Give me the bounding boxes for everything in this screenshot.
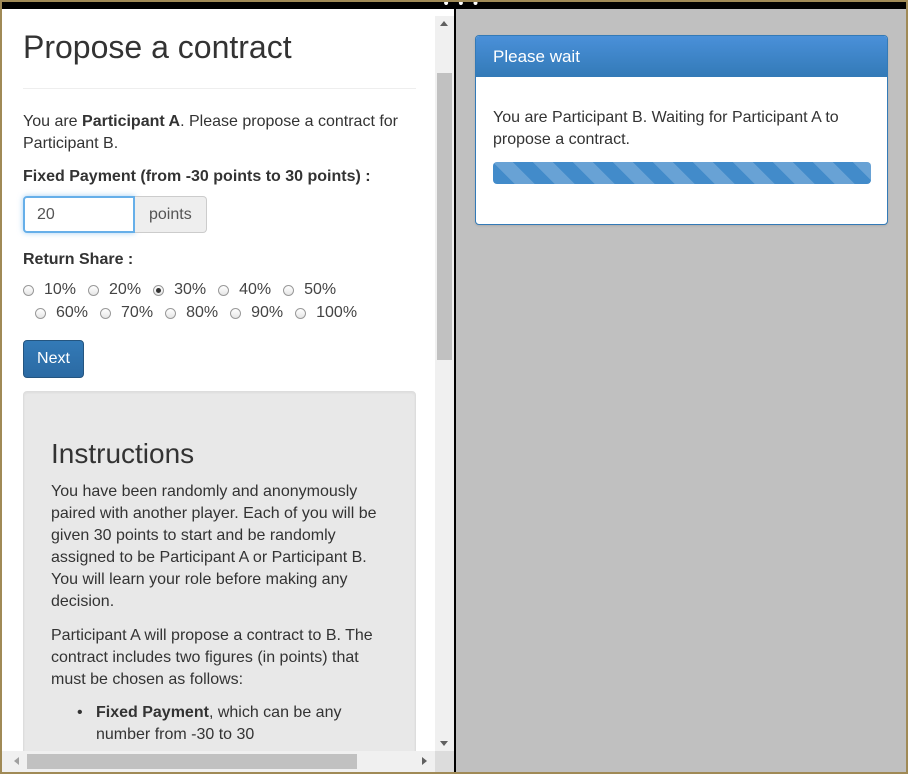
radio-checked-icon[interactable] [153,284,165,296]
progress-track [493,162,871,184]
instructions-box: Instructions You have been randomly and … [23,391,416,772]
radio-icon[interactable] [100,307,112,319]
top-bar: • • • [2,2,906,12]
radio-icon[interactable] [35,307,46,319]
progress-bar [493,162,871,184]
return-share-row-2: 60% 70% 80% 90% 100% [35,304,369,322]
wait-panel-text: You are Participant B. Waiting for Parti… [493,109,839,148]
radio-icon[interactable] [88,284,100,296]
scroll-down-icon[interactable] [440,741,448,746]
radio-100[interactable]: 100% [295,304,357,322]
radio-icon[interactable] [230,307,242,319]
radio-30[interactable]: 30% [153,281,206,299]
intro-role: Participant A [82,113,181,130]
intro-pre: You are [23,113,83,130]
left-participant-pane: Propose a contract You are Participant A… [2,9,454,772]
horizontal-scroll-thumb[interactable] [27,754,357,769]
next-button[interactable]: Next [23,340,84,378]
radio-icon[interactable] [295,307,307,319]
fixed-payment-group: points [23,196,207,233]
wait-panel: Please wait You are Participant B. Waiti… [475,35,888,225]
page-title: Propose a contract [23,29,292,65]
radio-60[interactable]: 60% [35,304,88,322]
radio-10[interactable]: 10% [23,281,76,299]
list-item: Fixed Payment, which can be any number f… [69,702,379,746]
radio-icon[interactable] [218,284,230,296]
vertical-scrollbar[interactable] [435,16,454,751]
right-participant-pane: Please wait You are Participant B. Waiti… [456,9,906,772]
instructions-paragraph-1: You have been randomly and anonymously p… [51,483,377,610]
radio-icon[interactable] [23,284,34,296]
app-frame: • • • Propose a contract You are Partici… [0,0,908,774]
instructions-paragraph-2: Participant A will propose a contract to… [51,627,373,688]
radio-70[interactable]: 70% [100,304,153,322]
vertical-scroll-thumb[interactable] [437,73,452,360]
horizontal-scrollbar[interactable] [2,751,435,772]
radio-icon[interactable] [283,284,295,296]
return-share-row-1: 10% 20% 30% 40% 50% [23,281,348,299]
scroll-up-icon[interactable] [440,21,448,26]
radio-50[interactable]: 50% [283,281,336,299]
wait-panel-heading: Please wait [476,36,887,77]
radio-40[interactable]: 40% [218,281,271,299]
scroll-left-icon[interactable] [14,757,19,765]
radio-icon[interactable] [165,307,177,319]
return-share-label: Return Share : [23,251,134,268]
intro-text: You are Participant A. Please propose a … [23,111,416,155]
radio-20[interactable]: 20% [88,281,141,299]
instructions-title: Instructions [51,438,195,469]
radio-90[interactable]: 90% [230,304,283,322]
radio-80[interactable]: 80% [165,304,218,322]
instructions-list: Fixed Payment, which can be any number f… [69,702,379,746]
scrollbar-corner [435,751,454,772]
title-divider [23,88,416,89]
fixed-payment-input[interactable] [23,196,135,233]
scroll-right-icon[interactable] [422,757,427,765]
fixed-payment-label: Fixed Payment (from -30 points to 30 poi… [23,168,371,185]
points-addon: points [135,196,207,233]
